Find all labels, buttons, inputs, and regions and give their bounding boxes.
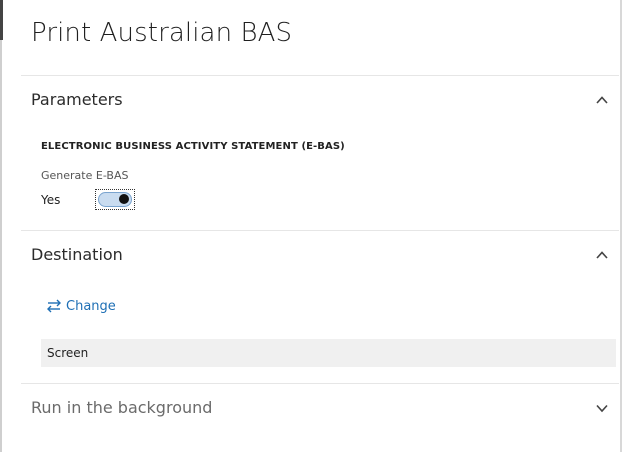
- change-destination-button[interactable]: Change: [46, 297, 116, 315]
- chevron-down-icon: [596, 404, 608, 413]
- generate-ebas-toggle[interactable]: [95, 189, 135, 210]
- change-label: Change: [66, 298, 116, 314]
- section-title-parameters: Parameters: [31, 90, 123, 109]
- chevron-up-icon: [596, 251, 608, 259]
- destination-field[interactable]: Screen: [41, 339, 616, 367]
- section-header-parameters[interactable]: Parameters: [21, 80, 619, 120]
- toggle-knob: [119, 194, 129, 204]
- group-label-ebas: ELECTRONIC BUSINESS ACTIVITY STATEMENT (…: [41, 141, 345, 152]
- chevron-up-icon: [596, 96, 608, 104]
- page-title: Print Australian BAS: [31, 18, 293, 48]
- generate-ebas-value: Yes: [41, 193, 61, 207]
- swap-arrows-icon: [47, 299, 61, 313]
- section-title-destination: Destination: [31, 245, 123, 264]
- section-header-destination[interactable]: Destination: [21, 235, 619, 275]
- generate-ebas-label: Generate E-BAS: [41, 169, 129, 182]
- print-dialog: Print Australian BAS Parameters ELECTRON…: [0, 0, 622, 452]
- divider: [21, 230, 619, 231]
- window-edge-accent: [0, 0, 3, 40]
- divider: [21, 75, 619, 76]
- divider: [21, 383, 619, 384]
- section-header-background[interactable]: Run in the background: [21, 388, 619, 428]
- section-title-background: Run in the background: [31, 398, 213, 417]
- window-left-border: [0, 40, 2, 452]
